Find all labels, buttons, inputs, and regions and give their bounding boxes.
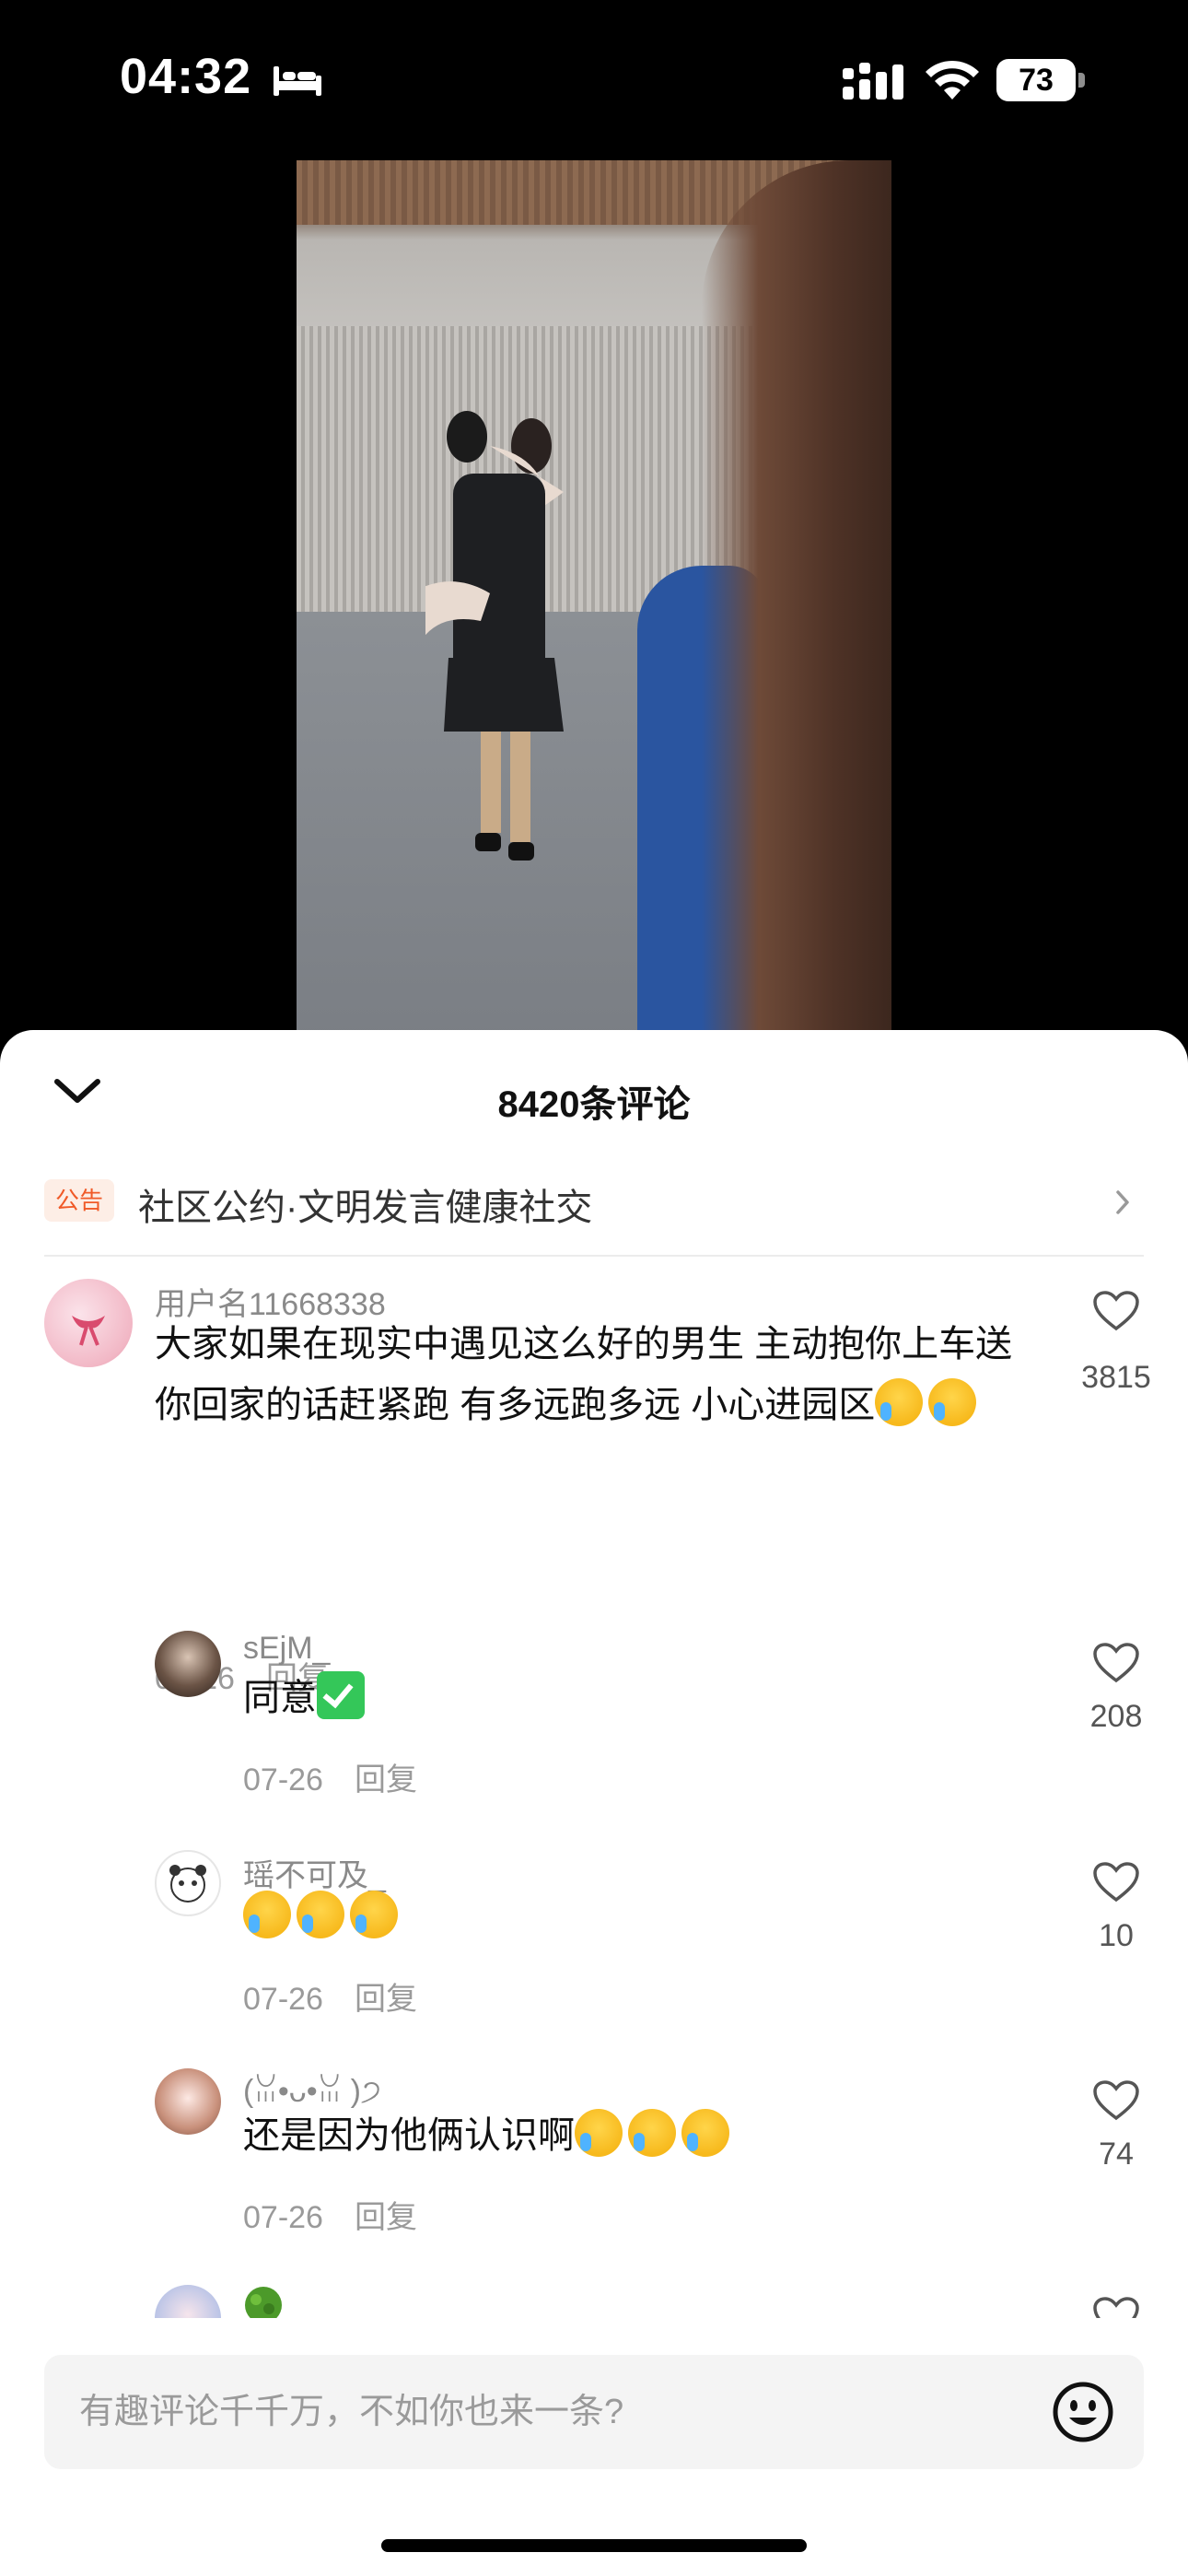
- comment-text: 还是因为他俩认识啊: [243, 2105, 1017, 2166]
- avatar-bow-icon: [72, 1316, 105, 1346]
- reply-button[interactable]: 回复: [355, 2200, 417, 2235]
- avatar[interactable]: [155, 2068, 221, 2135]
- heart-icon: [1093, 2297, 1139, 2318]
- video-player[interactable]: [297, 160, 891, 1045]
- cellular-signal-icon: [843, 63, 903, 100]
- comment-date: 07-26: [243, 1762, 323, 1797]
- loudly-crying-face-icon: [350, 1891, 398, 1938]
- loudly-crying-face-icon: [297, 1891, 344, 1938]
- reply-comment-item: 瑶不可及_ 07-26 回复 10: [0, 1850, 1188, 2053]
- like-count: 3815: [1081, 1360, 1151, 1395]
- comment-body: 还是因为他俩认识啊: [243, 2115, 575, 2156]
- heart-icon: [1093, 1862, 1139, 1903]
- smiley-face-icon[interactable]: [1052, 2381, 1114, 2443]
- like-button[interactable]: 208: [1089, 1642, 1144, 1734]
- heart-icon: [1093, 1291, 1139, 1331]
- comment-sheet: 8420条评论 公告 社区公约·文明发言健康社交 用户名11668338 大家如…: [0, 1030, 1188, 2576]
- notice-badge: 公告: [44, 1179, 114, 1222]
- loudly-crying-face-icon: [243, 1891, 291, 1938]
- comment-body: 同意: [243, 1678, 317, 1718]
- reply-comment-item: (ꈍ•ᴗ•ꈍ )੭ 还是因为他俩认识啊 07-26 回复 74: [0, 2068, 1188, 2271]
- notice-text: 社区公约·文明发言健康社交: [138, 1188, 593, 1228]
- avatar[interactable]: [155, 2285, 221, 2318]
- bed-icon: [274, 66, 321, 96]
- comment-input[interactable]: [79, 2355, 1000, 2469]
- loudly-crying-face-icon: [575, 2109, 623, 2157]
- battery-icon: 73: [996, 59, 1085, 101]
- avatar[interactable]: [155, 1631, 221, 1697]
- divider: [44, 1255, 1144, 1257]
- video-foreground-hair: [702, 160, 891, 1045]
- reply-button[interactable]: 回复: [355, 1982, 417, 2017]
- heart-icon: [1093, 2080, 1139, 2121]
- comment-username[interactable]: (ꈍ•ᴗ•ꈍ )੭: [243, 2068, 381, 2110]
- comment-count-title: 8420条评论: [497, 1084, 691, 1125]
- comment-username[interactable]: sEjM_: [243, 1631, 330, 1667]
- comment-meta: 07-26 回复: [243, 1754, 417, 1799]
- comment-meta: 07-26 回复: [243, 2192, 417, 2237]
- loudly-crying-face-icon: [681, 2109, 729, 2157]
- like-button[interactable]: 74: [1089, 2079, 1144, 2172]
- like-count: 74: [1099, 2137, 1134, 2172]
- like-button[interactable]: 3815: [1081, 1290, 1151, 1395]
- avatar[interactable]: [44, 1279, 133, 1367]
- loudly-crying-face-icon: [928, 1378, 977, 1426]
- comment-date: 07-26: [243, 2200, 323, 2235]
- comment-text: 大家如果在现实中遇见这么好的男生 主动抱你上车送你回家的话赶紧跑 有多远跑多远 …: [155, 1314, 1020, 1435]
- tree-emoji-icon: [245, 2287, 282, 2318]
- reply-comment-item: [0, 2285, 1188, 2318]
- heart-icon: [1093, 1643, 1139, 1683]
- comment-item: 用户名11668338 大家如果在现实中遇见这么好的男生 主动抱你上车送你回家的…: [0, 1279, 1188, 1696]
- loudly-crying-face-icon: [875, 1378, 924, 1426]
- wifi-icon: [926, 60, 979, 100]
- comment-meta: 07-26 回复: [243, 1973, 417, 2019]
- video-figure: [425, 411, 564, 861]
- reply-comment-item: sEjM_ 同意 07-26 回复 208: [0, 1631, 1188, 1833]
- comment-text: 同意: [243, 1668, 1017, 1728]
- reply-button[interactable]: 回复: [355, 1762, 417, 1797]
- community-notice-row[interactable]: 公告 社区公约·文明发言健康社交: [44, 1166, 1144, 1240]
- comment-date: 07-26: [243, 1982, 323, 2017]
- like-button[interactable]: 10: [1089, 1861, 1144, 1953]
- chevron-right-icon: [1116, 1190, 1129, 1214]
- loudly-crying-face-icon: [628, 2109, 676, 2157]
- like-count: 208: [1089, 1699, 1143, 1734]
- like-button[interactable]: [1089, 2296, 1144, 2318]
- home-indicator[interactable]: [381, 2539, 807, 2552]
- comment-input-bar: [44, 2355, 1144, 2469]
- check-mark-button-icon: [317, 1671, 365, 1719]
- battery-level: 73: [1019, 63, 1054, 98]
- status-time: 04:32: [120, 49, 252, 104]
- avatar[interactable]: [155, 1850, 221, 1916]
- status-bar: 04:32 73: [0, 0, 1188, 161]
- avatar-panda-icon: [169, 1865, 206, 1903]
- comment-text: [243, 1887, 1017, 1948]
- like-count: 10: [1099, 1918, 1134, 1953]
